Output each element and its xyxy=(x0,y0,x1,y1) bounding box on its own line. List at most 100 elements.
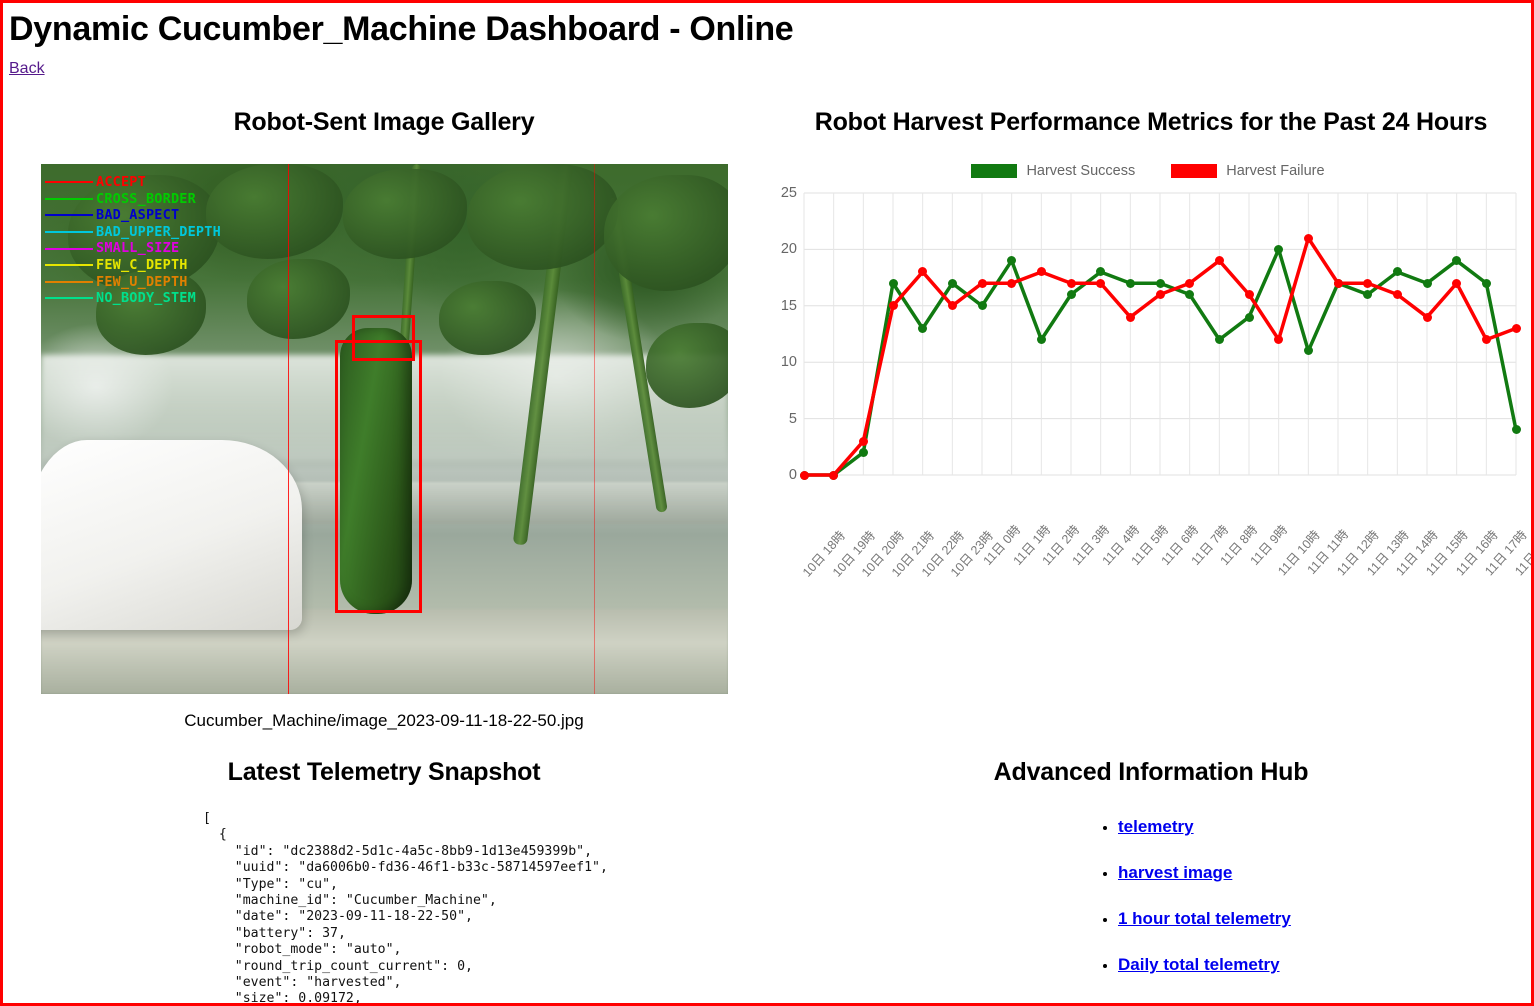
chart-data-point xyxy=(1481,335,1491,345)
chart-data-point xyxy=(888,278,898,288)
chart-data-point xyxy=(1392,290,1402,300)
y-axis-tick-label: 15 xyxy=(780,297,797,314)
legend-item: FEW_C_DEPTH xyxy=(45,257,221,274)
chart-data-point xyxy=(1155,278,1165,288)
chart-data-point xyxy=(977,301,987,311)
legend-item: SMALL_SIZE xyxy=(45,240,221,257)
chart-data-point xyxy=(1214,335,1224,345)
chart-data-point xyxy=(1125,312,1135,322)
y-axis-tick-label: 10 xyxy=(780,354,797,371)
chart-data-point xyxy=(1036,335,1046,345)
page-title: Dynamic Cucumber_Machine Dashboard - Onl… xyxy=(9,10,794,48)
chart-data-point xyxy=(1066,278,1076,288)
chart-data-point xyxy=(947,278,957,288)
legend-label-failure: Harvest Failure xyxy=(1226,163,1325,179)
legend-swatch-failure xyxy=(1171,164,1218,178)
legend-line-cross-border xyxy=(45,197,93,200)
chart-data-point xyxy=(1511,425,1521,435)
chart-data-point xyxy=(1244,290,1254,300)
chart-data-point xyxy=(829,470,839,480)
legend-label: BAD_ASPECT xyxy=(96,207,180,224)
telemetry-title: Latest Telemetry Snapshot xyxy=(227,758,541,786)
image-gallery-section: Robot-Sent Image Gallery ACCEPT CROSS_BO… xyxy=(3,108,765,731)
hub-link-harvest-image[interactable]: harvest image xyxy=(1118,863,1232,882)
chart-data-point xyxy=(799,470,809,480)
y-axis-tick-label: 0 xyxy=(788,467,797,483)
y-axis-tick-label: 20 xyxy=(780,241,797,258)
hub-title: Advanced Information Hub xyxy=(993,758,1309,786)
list-item: harvest image xyxy=(1118,863,1531,883)
harvest-line-chart[interactable]: Harvest Success Harvest Failure 0 5 10 15 20… xyxy=(768,155,1531,590)
legend-line-small-size xyxy=(45,247,93,250)
chart-data-point xyxy=(1422,312,1432,322)
list-item: 1 hour total telemetry xyxy=(1118,909,1531,929)
legend-label: FEW_C_DEPTH xyxy=(96,256,188,273)
hub-link-1-hour-total-telemetry[interactable]: 1 hour total telemetry xyxy=(1118,909,1291,928)
chart-data-point xyxy=(858,436,868,446)
hub-link-list: telemetry harvest image 1 hour total tel… xyxy=(768,817,1531,975)
legend-item: BAD_ASPECT xyxy=(45,207,221,224)
chart-data-point xyxy=(1214,256,1224,266)
legend-label: SMALL_SIZE xyxy=(96,240,180,257)
legend-item: CROSS_BORDER xyxy=(45,191,221,208)
legend-label: NO_BODY_STEM xyxy=(96,290,196,307)
dashboard-page: Dynamic Cucumber_Machine Dashboard - Onl… xyxy=(3,3,1531,1003)
chart-data-point xyxy=(1303,233,1313,243)
chart-data-point xyxy=(1096,278,1106,288)
chart-data-point xyxy=(1125,278,1135,288)
chart-data-point xyxy=(1007,278,1017,288)
detection-box-body xyxy=(335,339,422,613)
image-caption: Cucumber_Machine/image_2023-09-11-18-22-… xyxy=(184,711,584,730)
list-item: telemetry xyxy=(1118,817,1531,837)
robot-sent-image[interactable]: ACCEPT CROSS_BORDER BAD_ASPECT BAD_UPPER… xyxy=(41,164,728,694)
harvest-metrics-section: Robot Harvest Performance Metrics for th… xyxy=(768,108,1531,590)
legend-label: BAD_UPPER_DEPTH xyxy=(96,223,221,240)
back-link[interactable]: Back xyxy=(9,60,45,78)
legend-entry-harvest-success[interactable]: Harvest Success xyxy=(971,163,1135,179)
plant-leaf xyxy=(604,174,728,292)
legend-label-success: Harvest Success xyxy=(1026,163,1136,179)
chart-data-point xyxy=(1066,290,1076,300)
legend-line-accept xyxy=(45,181,93,184)
legend-line-bad-aspect xyxy=(45,214,93,217)
gallery-title: Robot-Sent Image Gallery xyxy=(233,108,535,136)
detection-guide-line xyxy=(288,164,290,694)
chart-canvas xyxy=(804,193,1516,475)
chart-data-point xyxy=(1481,278,1491,288)
legend-label: ACCEPT xyxy=(96,174,146,190)
legend-line-bad-upper-depth xyxy=(45,231,93,234)
robot-arm xyxy=(41,439,303,631)
chart-data-point xyxy=(1244,312,1254,322)
legend-item: NO_BODY_STEM xyxy=(45,290,221,307)
chart-data-point xyxy=(1185,278,1195,288)
hub-link-telemetry[interactable]: telemetry xyxy=(1118,817,1194,836)
legend-line-few-u-depth xyxy=(45,280,93,283)
telemetry-section: Latest Telemetry Snapshot [ { "id": "dc2… xyxy=(3,758,765,1003)
chart-plot-area: 0 5 10 15 20 25 10日 18時 10日 19時 10日 20時 10日 21時 1… xyxy=(781,185,1531,580)
y-axis-tick-label: 5 xyxy=(788,410,797,427)
chart-data-point xyxy=(1511,323,1521,333)
chart-data-point xyxy=(918,323,928,333)
legend-label: CROSS_BORDER xyxy=(96,190,196,207)
chart-data-point xyxy=(1155,290,1165,300)
plant-leaf xyxy=(645,323,728,408)
legend-entry-harvest-failure[interactable]: Harvest Failure xyxy=(1171,163,1325,179)
legend-item: FEW_U_DEPTH xyxy=(45,274,221,291)
chart-data-point xyxy=(1274,244,1284,254)
legend-swatch-success xyxy=(971,164,1018,178)
detection-legend: ACCEPT CROSS_BORDER BAD_ASPECT BAD_UPPER… xyxy=(45,174,221,307)
hub-link-daily-total-telemetry[interactable]: Daily total telemetry xyxy=(1118,955,1280,974)
chart-legend: Harvest Success Harvest Failure xyxy=(768,163,1528,179)
detection-guide-line xyxy=(594,164,596,694)
legend-item: ACCEPT xyxy=(45,174,221,191)
y-axis-tick-label: 25 xyxy=(780,185,797,201)
chart-data-point xyxy=(888,301,898,311)
telemetry-json: [ { "id": "dc2388d2-5d1c-4a5c-8bb9-1d13e… xyxy=(203,811,608,1003)
chart-data-point xyxy=(858,447,868,457)
legend-line-no-body-stem xyxy=(45,297,93,300)
chart-data-point xyxy=(1452,278,1462,288)
legend-label: FEW_U_DEPTH xyxy=(96,273,188,290)
legend-line-few-c-depth xyxy=(45,264,93,267)
chart-data-point xyxy=(1363,278,1373,288)
legend-item: BAD_UPPER_DEPTH xyxy=(45,224,221,241)
